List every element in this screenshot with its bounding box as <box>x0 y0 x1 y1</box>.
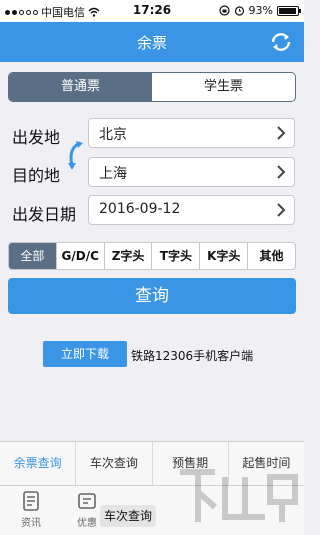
refresh-icon[interactable] <box>268 29 294 55</box>
coupon-icon <box>78 493 96 509</box>
to-label: 目的地 <box>12 166 61 185</box>
download-button[interactable]: 立即下载 <box>43 341 127 367</box>
tab-deals-label: 优惠 <box>77 518 97 529</box>
tab-regular-ticket[interactable]: 普通票 <box>9 73 152 101</box>
train-query-popup: 车次查询 <box>100 505 156 527</box>
date-label: 出发日期 <box>12 205 77 224</box>
swap-stations-icon[interactable] <box>64 138 86 176</box>
nav-bar: 余票 <box>0 22 304 62</box>
from-field[interactable]: 北京 <box>88 118 295 148</box>
watermark-logo <box>180 469 298 522</box>
chevron-right-icon <box>277 165 286 179</box>
tab-news[interactable]: 资讯 <box>6 490 56 529</box>
train-type-filter: 全部 G/D/C Z字头 T字头 K字头 其他 <box>8 242 296 270</box>
query-button[interactable]: 查询 <box>8 278 296 314</box>
download-text: 铁路12306手机客户端 <box>131 349 254 363</box>
lock-rotation-icon <box>218 5 230 16</box>
from-value: 北京 <box>99 127 127 143</box>
battery-icon <box>277 5 301 16</box>
to-value: 上海 <box>99 166 127 182</box>
news-icon <box>23 491 39 511</box>
filter-z[interactable]: Z字头 <box>103 243 152 269</box>
chevron-right-icon <box>277 203 286 217</box>
filter-all[interactable]: 全部 <box>9 243 56 269</box>
filter-other[interactable]: 其他 <box>247 243 295 269</box>
page-title: 余票 <box>136 34 167 52</box>
tab-news-label: 资讯 <box>21 518 41 529</box>
battery-fill <box>279 7 296 14</box>
tab-train-query[interactable]: 车次查询 <box>75 442 151 485</box>
battery-percent: 93% <box>248 4 273 17</box>
date-field[interactable]: 2016-09-12 <box>88 195 295 225</box>
tab-student-ticket[interactable]: 学生票 <box>152 73 295 101</box>
chevron-right-icon <box>277 126 286 140</box>
status-bar: 中国电信 17:26 93% <box>0 0 304 22</box>
status-right: 93% <box>218 4 301 17</box>
alarm-icon <box>234 6 244 16</box>
filter-t[interactable]: T字头 <box>151 243 199 269</box>
tab-remaining-tickets[interactable]: 余票查询 <box>0 442 75 485</box>
ticket-type-segment: 普通票 学生票 <box>8 72 296 102</box>
from-label: 出发地 <box>12 128 61 147</box>
filter-k[interactable]: K字头 <box>199 243 247 269</box>
date-value: 2016-09-12 <box>99 201 181 217</box>
filter-gdc[interactable]: G/D/C <box>55 243 104 269</box>
to-field[interactable]: 上海 <box>88 157 295 187</box>
